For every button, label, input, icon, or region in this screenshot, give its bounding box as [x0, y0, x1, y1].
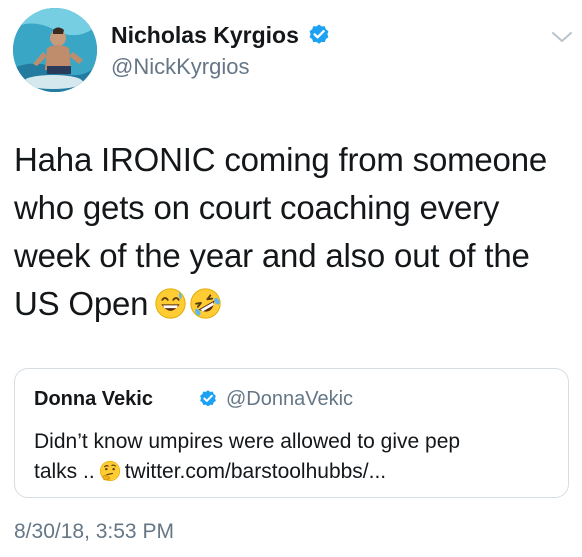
rolling-on-floor-laughing-emoji: [190, 288, 221, 319]
tweet-timestamp[interactable]: 8/30/18, 3:53 PM: [14, 520, 174, 544]
author-name[interactable]: Nicholas Kyrgios: [111, 22, 299, 49]
quoted-tweet-text: Didn’t know umpires were allowed to give…: [34, 427, 554, 487]
verified-badge-icon: [309, 24, 329, 44]
tweet-line: week of the year and also out of the: [14, 237, 530, 274]
quoted-line: Didn’t know umpires were allowed to give…: [34, 430, 461, 453]
tweet-card: Nicholas Kyrgios @NickKyrgios Haha IRONI…: [0, 0, 582, 557]
chevron-down-icon[interactable]: [550, 28, 574, 46]
quoted-line-prefix: talks ..: [34, 460, 95, 483]
tweet-line-last: US Open: [14, 280, 574, 328]
tweet-line: who gets on court coaching every: [14, 189, 500, 226]
thinking-face-emoji: [99, 460, 120, 482]
quoted-line: talks .. twitter.com/barstoolhubbs/...: [34, 457, 554, 487]
quoted-link[interactable]: twitter.com/barstoolhubbs/...: [125, 460, 386, 483]
verified-badge-icon: [200, 390, 216, 407]
tweet-line: US Open: [14, 285, 149, 322]
tweet-text: Haha IRONIC coming from someone who gets…: [14, 136, 574, 328]
quoted-author-handle: @DonnaVekic: [226, 388, 354, 410]
grinning-sweat-emoji: [155, 288, 186, 319]
profile-avatar[interactable]: [13, 8, 97, 92]
tweet-line: Haha IRONIC coming from someone: [14, 141, 547, 178]
quoted-author-name: Donna Vekic: [34, 388, 153, 410]
quoted-tweet[interactable]: Donna Vekic @DonnaVekic Didn’t know umpi…: [14, 368, 569, 498]
author-handle[interactable]: @NickKyrgios: [111, 54, 249, 80]
